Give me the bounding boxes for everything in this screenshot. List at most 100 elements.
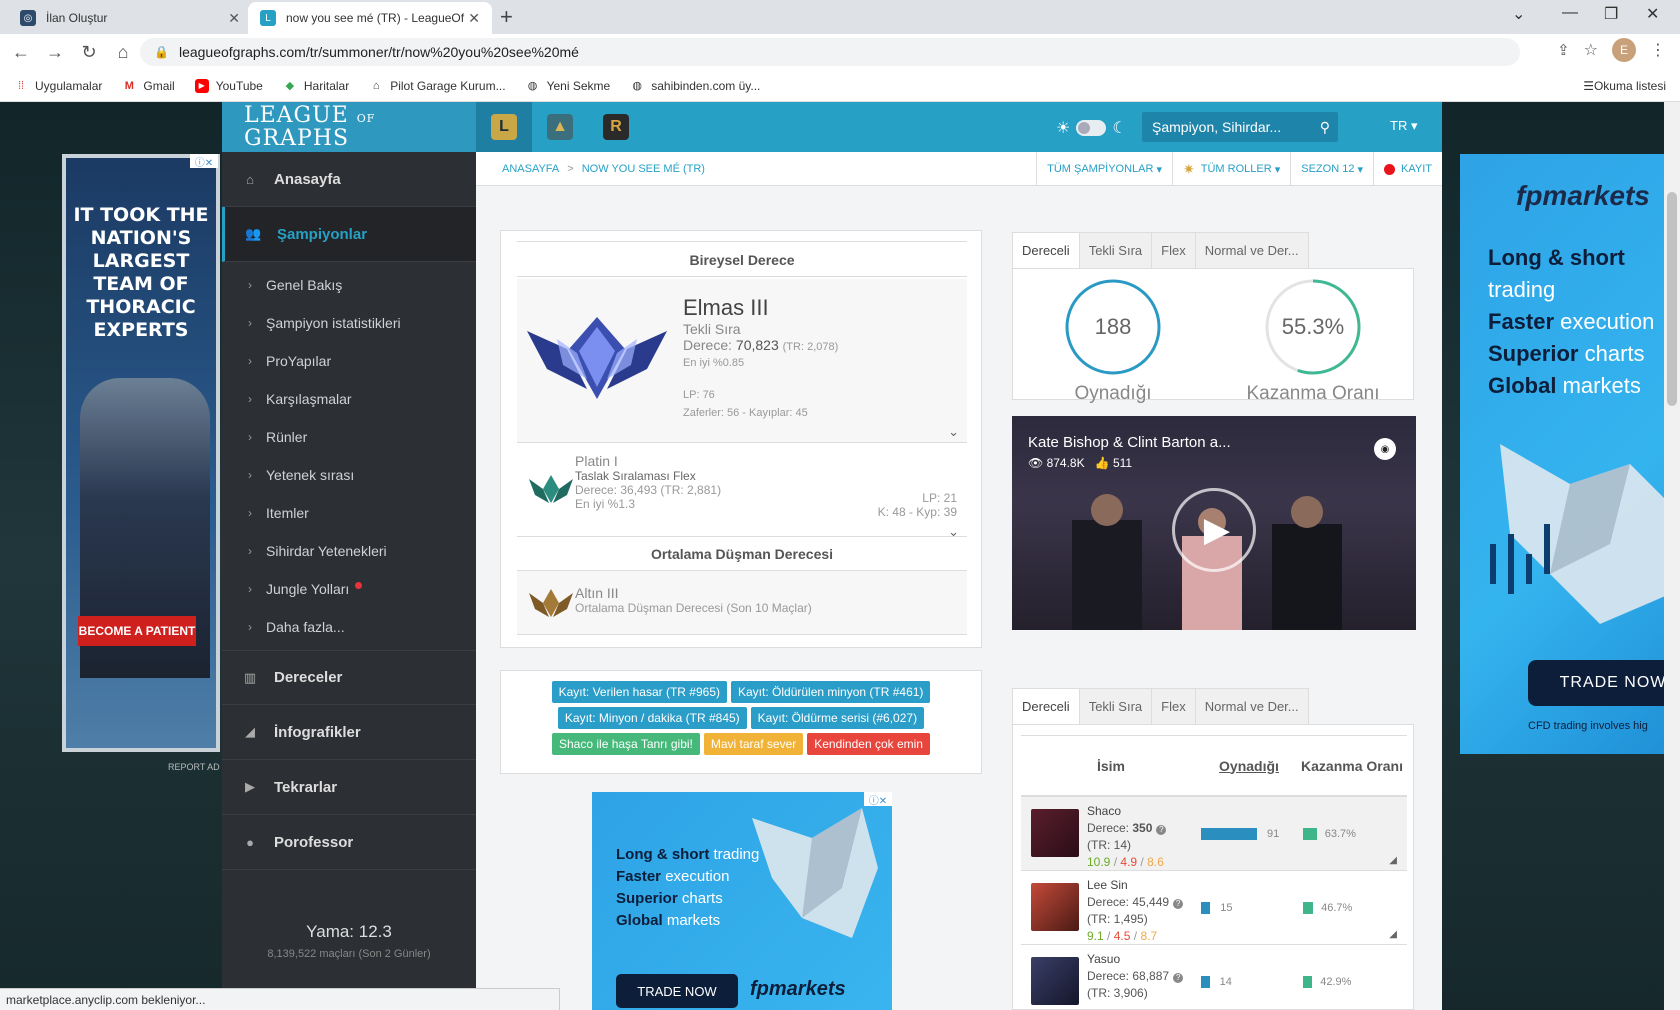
share-icon[interactable]: ⇪	[1557, 41, 1570, 59]
sidebar-sub-sihirdar-yetenekleri[interactable]: › Sihirdar Yetenekleri	[222, 532, 476, 570]
browser-tab-leagueofgraphs[interactable]: L now you see mé (TR) - LeagueOf ✕	[248, 2, 492, 34]
theme-toggle[interactable]	[1076, 120, 1107, 136]
sidebar-sub-proyapilar[interactable]: › ProYapılar	[222, 342, 476, 380]
sidebar-item-sampiyonlar[interactable]: 👥 Şampiyonlar	[222, 207, 476, 262]
table-row[interactable]: Lee Sin Derece: 45,449? (TR: 1,495) 9.1 …	[1021, 871, 1407, 945]
search-icon[interactable]: ⚲	[1320, 119, 1330, 136]
sidebar-sub-karsilasmalar[interactable]: › Karşılaşmalar	[222, 380, 476, 418]
tab-normal-ranked[interactable]: Normal ve Der...	[1194, 688, 1309, 724]
tag-blue-side[interactable]: Mavi taraf sever	[703, 733, 804, 755]
tab-solo[interactable]: Tekli Sıra	[1078, 232, 1153, 268]
breadcrumb-current[interactable]: NOW YOU SEE MÉ (TR)	[582, 163, 705, 175]
language-selector[interactable]: TR ▾	[1390, 118, 1417, 134]
col-played[interactable]: Oynadığı	[1201, 758, 1297, 774]
table-row[interactable]: Yasuo Derece: 68,887? (TR: 3,906) 14 42.…	[1021, 945, 1407, 1009]
sidebar-item-infografikler[interactable]: ◢ İnfografikler	[222, 705, 476, 760]
bookmark-sahibinden[interactable]: ◍ sahibinden.com üy...	[630, 79, 760, 93]
sidebar-sub-jungle-yollari[interactable]: › Jungle Yolları	[222, 570, 476, 608]
filter-season[interactable]: SEZON 12 ▾	[1290, 152, 1373, 186]
site-logo[interactable]: LEAGUE OF GRAPHS	[222, 102, 476, 152]
ad-middle-trade-now-button[interactable]: TRADE NOW	[616, 974, 738, 1008]
tab-flex[interactable]: Flex	[1151, 232, 1196, 268]
filter-champions[interactable]: TÜM ŞAMPİYONLAR ▾	[1036, 152, 1172, 186]
anyclip-icon[interactable]: ◉	[1374, 438, 1396, 460]
bookmark-youtube[interactable]: ▶ YouTube	[194, 78, 263, 93]
ad-right-trade-now-button[interactable]: TRADE NOW	[1528, 660, 1680, 706]
sidebar-sub-yetenek-sirasi[interactable]: › Yetenek sırası	[222, 456, 476, 494]
close-window-button[interactable]: ✕	[1646, 4, 1659, 24]
video-player[interactable]: Kate Bishop & Clint Barton a... 👁 874.8K…	[1012, 416, 1416, 630]
bookmark-pilot-garage[interactable]: ⌂ Pilot Garage Kurum...	[369, 79, 506, 93]
champion-name[interactable]: Lee Sin	[1087, 877, 1201, 894]
sidebar-sub-sampiyon-istatistikleri[interactable]: › Şampiyon istatistikleri	[222, 304, 476, 342]
col-winrate[interactable]: Kazanma Oranı	[1297, 758, 1407, 774]
profile-avatar[interactable]: E	[1612, 38, 1636, 62]
champion-name[interactable]: Yasuo	[1087, 951, 1201, 968]
help-icon[interactable]: ?	[1173, 973, 1184, 983]
close-tab-icon[interactable]: ✕	[468, 10, 480, 27]
sidebar-item-tekrarlar[interactable]: ▶ Tekrarlar	[222, 760, 476, 815]
sidebar-item-anasayfa[interactable]: ⌂ Anasayfa	[222, 152, 476, 207]
reading-list[interactable]: ☰ Okuma listesi	[1583, 79, 1666, 93]
sidebar-item-porofessor[interactable]: ● Porofessor	[222, 815, 476, 870]
runeterra-game-icon[interactable]: R	[588, 102, 644, 152]
expand-chevron-icon[interactable]: ⌄	[948, 424, 959, 440]
champion-name[interactable]: Shaco	[1087, 803, 1201, 820]
ad-left-cta[interactable]: BECOME A PATIENT	[78, 616, 196, 646]
tab-normal-ranked[interactable]: Normal ve Der...	[1194, 232, 1309, 268]
back-icon[interactable]: ←	[4, 42, 38, 63]
help-icon[interactable]: ?	[1156, 825, 1167, 835]
maximize-button[interactable]: ❐	[1604, 4, 1618, 24]
tab-ranked[interactable]: Dereceli	[1012, 688, 1080, 724]
record-button[interactable]: KAYIT	[1373, 152, 1442, 186]
forward-icon[interactable]: →	[38, 42, 72, 63]
tab-ranked[interactable]: Dereceli	[1012, 232, 1080, 268]
adchoices-icon[interactable]: ⓘ✕	[190, 154, 218, 169]
browser-tab-ilan[interactable]: ◎ İlan Oluştur ✕	[8, 2, 252, 34]
breadcrumb-home[interactable]: ANASAYFA	[502, 163, 559, 175]
scrollbar-thumb[interactable]	[1667, 192, 1677, 406]
video-title[interactable]: Kate Bishop & Clint Barton a...	[1028, 434, 1231, 451]
sidebar-item-dereceler[interactable]: ▥ Dereceler	[222, 650, 476, 705]
tag-shaco-god[interactable]: Shaco ile haşa Tanrı gibi!	[552, 733, 700, 755]
tag-record-minions[interactable]: Kayıt: Öldürülen minyon (TR #461)	[731, 681, 931, 703]
minimize-button[interactable]: —	[1562, 4, 1578, 22]
ad-right-banner[interactable]: fpmarkets Long & short trading Faster ex…	[1460, 154, 1680, 754]
ad-middle-banner[interactable]: Long & short trading Faster execution Su…	[592, 792, 892, 1010]
reload-icon[interactable]: ↻	[72, 42, 106, 63]
sidebar-sub-daha-fazla[interactable]: › Daha fazla...	[222, 608, 476, 646]
tab-flex[interactable]: Flex	[1151, 688, 1196, 724]
adchoices-icon[interactable]: ⓘ✕	[864, 792, 892, 807]
sidebar-sub-runler[interactable]: › Rünler	[222, 418, 476, 456]
bookmark-new-tab[interactable]: ◍ Yeni Sekme	[526, 79, 610, 93]
address-bar[interactable]: 🔒 leagueofgraphs.com/tr/summoner/tr/now%…	[140, 38, 1520, 66]
tag-record-killing-spree[interactable]: Kayıt: Öldürme serisi (#6,027)	[750, 707, 925, 729]
bookmark-gmail[interactable]: M Gmail	[122, 79, 175, 93]
sidebar-sub-itemler[interactable]: › Itemler	[222, 494, 476, 532]
sidebar-sub-genel-bakis[interactable]: › Genel Bakış	[222, 266, 476, 304]
bookmark-apps[interactable]: ⁞⁞ Uygulamalar	[14, 79, 102, 93]
theme-switch[interactable]: ☀ ☾	[1056, 118, 1127, 138]
tag-record-cs-per-min[interactable]: Kayıt: Minyon / dakika (TR #845)	[557, 707, 747, 729]
tab-solo[interactable]: Tekli Sıra	[1078, 688, 1153, 724]
new-tab-button[interactable]: +	[500, 4, 513, 30]
table-row[interactable]: Shaco Derece: 350? (TR: 14) 10.9 / 4.9 /…	[1021, 797, 1407, 871]
filter-roles[interactable]: ✷ TÜM ROLLER ▾	[1172, 152, 1290, 186]
lol-game-icon[interactable]: L	[476, 102, 532, 152]
close-tab-icon[interactable]: ✕	[228, 10, 240, 27]
page-scrollbar[interactable]	[1664, 102, 1680, 1010]
bookmark-maps[interactable]: ◆ Haritalar	[283, 79, 350, 93]
help-icon[interactable]: ?	[1173, 899, 1184, 909]
graph-icon[interactable]: ◢	[1389, 855, 1397, 866]
bookmark-star-icon[interactable]: ☆	[1584, 40, 1598, 60]
tft-game-icon[interactable]: ▲	[532, 102, 588, 152]
menu-kebab-icon[interactable]: ⋮	[1650, 40, 1666, 60]
play-button[interactable]: ▶	[1172, 488, 1256, 572]
tab-search-icon[interactable]: ⌄	[1512, 4, 1525, 24]
home-icon[interactable]: ⌂	[106, 42, 140, 63]
graph-icon[interactable]: ◢	[1389, 929, 1397, 940]
report-ad-link[interactable]: REPORT AD	[168, 762, 220, 772]
site-search-input[interactable]: Şampiyon, Sihirdar... ⚲	[1142, 112, 1338, 142]
tag-record-damage[interactable]: Kayıt: Verilen hasar (TR #965)	[551, 681, 727, 703]
tag-confident[interactable]: Kendinden çok emin	[807, 733, 930, 755]
